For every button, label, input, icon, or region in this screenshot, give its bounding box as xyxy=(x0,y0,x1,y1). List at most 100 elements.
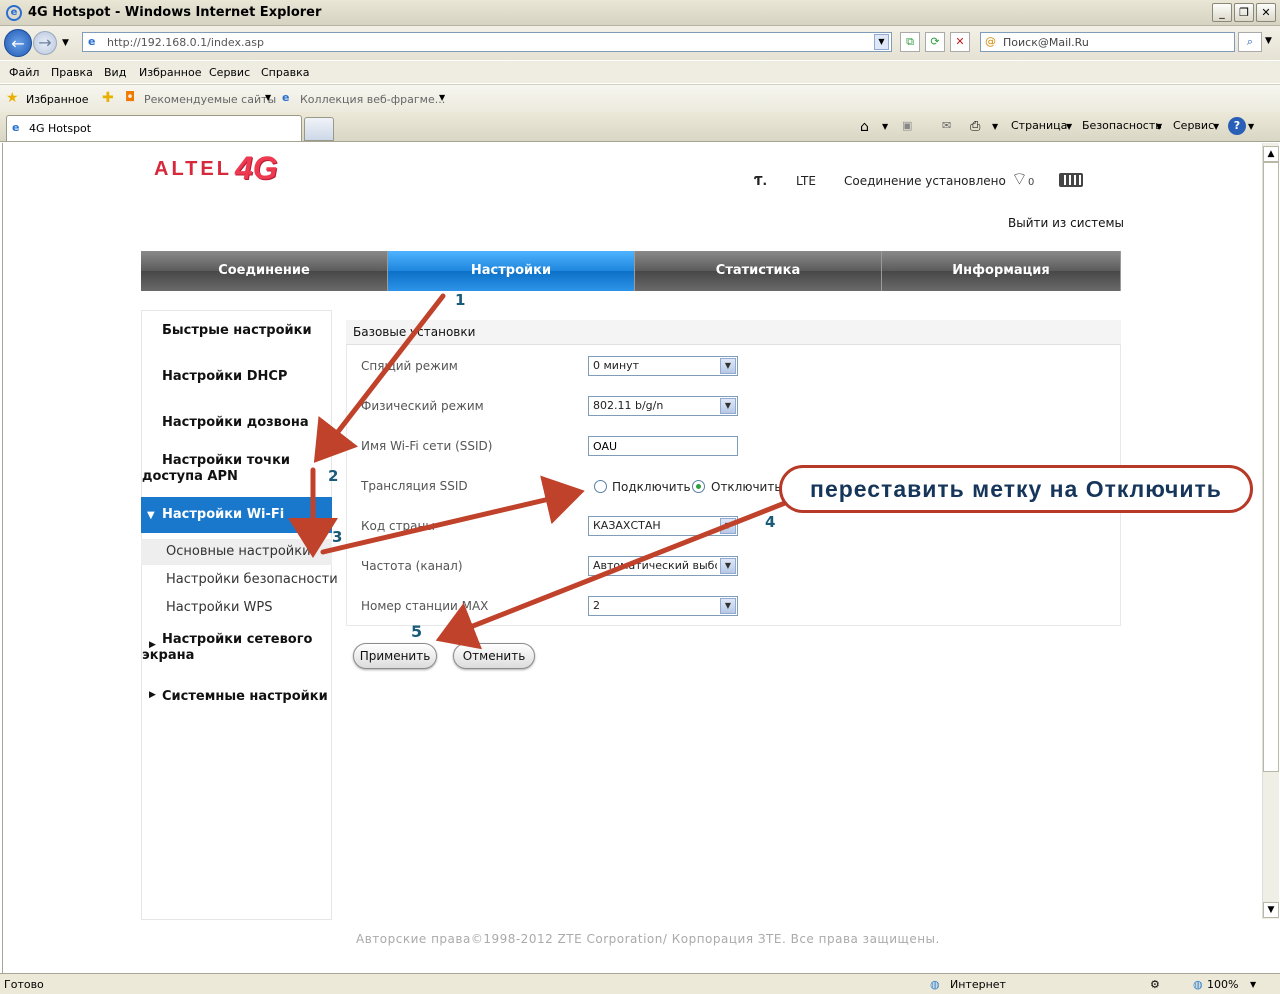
sidebar-item-apn-line2[interactable]: доступа APN xyxy=(142,469,238,484)
menu-file[interactable]: Файл xyxy=(9,66,39,79)
sidebar-subitem-basic[interactable]: Основные настройки xyxy=(166,544,311,559)
sidebar-subitem-wps[interactable]: Настройки WPS xyxy=(166,600,273,615)
menu-help[interactable]: Справка xyxy=(261,66,309,79)
sidebar-subitem-security[interactable]: Настройки безопасности xyxy=(166,572,338,587)
sidebar-item-apn-line1[interactable]: Настройки точки xyxy=(162,453,290,468)
new-tab-button[interactable] xyxy=(304,117,334,141)
apply-button[interactable]: Применить xyxy=(353,643,437,669)
tab-4g-hotspot[interactable]: e 4G Hotspot xyxy=(6,115,302,141)
mailru-icon: @ xyxy=(985,35,996,48)
address-dropdown-icon[interactable]: ▼ xyxy=(874,34,889,50)
channel-select[interactable]: Автоматический выбо ▼ xyxy=(588,556,738,576)
country-code-select[interactable]: КАЗАХСТАН ▼ xyxy=(588,516,738,536)
instruction-callout: переставить метку на Отключить xyxy=(779,465,1253,513)
page-icon: e xyxy=(88,35,96,48)
home-icon[interactable]: ⌂ xyxy=(860,119,869,135)
safety-menu[interactable]: Безопасность xyxy=(1082,119,1162,132)
stop-icon[interactable]: ✕ xyxy=(950,32,970,52)
suggested-sites-link[interactable]: Рекомендуемые сайты xyxy=(144,93,276,106)
sidebar-item-firewall-line2[interactable]: экрана xyxy=(142,648,194,663)
search-icon[interactable]: ⌕ xyxy=(1238,32,1262,52)
print-icon[interactable]: ⎙ xyxy=(970,119,980,134)
ssid-label: Имя Wi-Fi сети (SSID) xyxy=(361,439,493,453)
feeds-icon[interactable]: ▣ xyxy=(902,119,912,132)
suggested-dropdown-icon[interactable]: ▼ xyxy=(265,93,271,102)
altel-4g-logo: 4G xyxy=(235,150,278,186)
country-code-value: КАЗАХСТАН xyxy=(593,519,661,532)
back-button[interactable]: ← xyxy=(4,29,32,57)
zoom-level[interactable]: 100% xyxy=(1207,978,1238,991)
webslice-link[interactable]: Коллекция веб-фрагме... xyxy=(300,93,445,106)
menu-view[interactable]: Вид xyxy=(104,66,126,79)
favorites-button[interactable]: Избранное xyxy=(26,93,88,106)
country-code-label: Код страны xyxy=(361,519,435,533)
mail-icon[interactable]: ✉ xyxy=(942,119,951,132)
ssid-broadcast-label: Трансляция SSID xyxy=(361,479,468,493)
status-bar: Готово ◍ Интернет ⚙ ◍ 100% ▼ xyxy=(0,973,1280,994)
nav-connection[interactable]: Соединение xyxy=(141,251,388,291)
search-input[interactable]: @ Поиск@Mail.Ru xyxy=(980,32,1235,52)
help-dropdown-icon: ▼ xyxy=(1248,122,1255,131)
address-input[interactable]: e http://192.168.0.1/index.asp ▼ xyxy=(82,32,892,52)
connection-status: Соединение установлено xyxy=(844,174,1006,188)
forward-button[interactable]: → xyxy=(33,31,57,55)
protected-mode-icon[interactable]: ⚙ xyxy=(1150,978,1160,991)
webslice-dropdown-icon[interactable]: ▼ xyxy=(439,93,445,102)
menu-tools[interactable]: Сервис xyxy=(209,66,250,79)
step-number-4: 4 xyxy=(765,513,776,531)
scroll-down-icon[interactable]: ▼ xyxy=(1263,902,1279,918)
logout-link[interactable]: Выйти из системы xyxy=(1008,216,1124,230)
nav-statistics[interactable]: Статистика xyxy=(635,251,882,291)
sidebar-item-dhcp[interactable]: Настройки DHCP xyxy=(162,369,287,384)
status-text: Готово xyxy=(4,978,44,991)
broadcast-off-radio[interactable] xyxy=(692,480,705,493)
page-menu[interactable]: Страница xyxy=(1011,119,1067,132)
zoom-icon: ◍ xyxy=(1193,978,1203,991)
sidebar-item-quick-setup[interactable]: Быстрые настройки xyxy=(162,323,312,338)
sidebar xyxy=(141,310,332,920)
add-favorite-icon[interactable]: ✚ xyxy=(102,90,114,106)
address-toolbar: ← → ▼ e http://192.168.0.1/index.asp ▼ ⧉… xyxy=(0,26,1280,60)
ssid-input[interactable]: OAU xyxy=(588,436,738,456)
zoom-dropdown-icon[interactable]: ▼ xyxy=(1250,980,1256,989)
section-title: Базовые установки xyxy=(353,325,476,339)
broadcast-on-radio[interactable] xyxy=(594,480,607,493)
sleep-mode-label: Спящий режим xyxy=(361,359,458,373)
home-dropdown-icon[interactable]: ▼ xyxy=(882,122,888,131)
phy-mode-select[interactable]: 802.11 b/g/n ▼ xyxy=(588,396,738,416)
refresh-icon[interactable]: ⟳ xyxy=(925,32,945,52)
sidebar-item-system[interactable]: Системные настройки xyxy=(162,689,328,704)
max-stations-value: 2 xyxy=(593,599,600,612)
help-icon[interactable]: ? xyxy=(1228,117,1246,135)
copyright-footer: Авторские права©1998-2012 ZTE Corporatio… xyxy=(356,932,940,946)
window-title: 4G Hotspot - Windows Internet Explorer xyxy=(28,5,322,20)
close-button[interactable]: ✕ xyxy=(1256,3,1276,22)
altel-logo: ALTEL xyxy=(154,158,232,180)
tools-menu-dropdown-icon: ▼ xyxy=(1213,122,1220,131)
search-options-icon[interactable]: ▼ xyxy=(1265,36,1272,46)
max-stations-select[interactable]: 2 ▼ xyxy=(588,596,738,616)
sleep-mode-select[interactable]: 0 минут ▼ xyxy=(588,356,738,376)
tab-bar: e 4G Hotspot ⌂ ▼ ▣ ✉ ⎙ ▼ Страница ▼ Безо… xyxy=(0,112,1280,142)
step-number-3: 3 xyxy=(332,528,343,546)
cancel-button[interactable]: Отменить xyxy=(453,643,535,669)
maximize-button[interactable]: ❐ xyxy=(1234,3,1254,22)
chevron-down-icon: ▼ xyxy=(720,598,736,614)
history-dropdown-icon[interactable]: ▼ xyxy=(62,38,69,48)
sidebar-item-firewall-line1[interactable]: Настройки сетевого xyxy=(162,632,312,647)
minimize-button[interactable]: _ xyxy=(1212,3,1232,22)
nav-settings[interactable]: Настройки xyxy=(388,251,635,291)
vertical-scrollbar[interactable]: ▲ ▼ xyxy=(1262,143,1279,919)
sidebar-item-dialup[interactable]: Настройки дозвона xyxy=(162,415,309,430)
broadcast-on-label[interactable]: Подключить xyxy=(612,480,691,494)
scroll-up-icon[interactable]: ▲ xyxy=(1263,146,1279,162)
menu-edit[interactable]: Правка xyxy=(51,66,93,79)
nav-information[interactable]: Информация xyxy=(882,251,1121,291)
compat-view-icon[interactable]: ⧉ xyxy=(900,32,920,52)
broadcast-off-label[interactable]: Отключить xyxy=(711,480,781,494)
tools-menu[interactable]: Сервис xyxy=(1173,119,1214,132)
menu-favorites[interactable]: Избранное xyxy=(139,66,201,79)
favorites-bar: ★ Избранное ✚ ◘ Рекомендуемые сайты ▼ e … xyxy=(0,84,1280,112)
scroll-thumb[interactable] xyxy=(1263,162,1279,772)
print-dropdown-icon[interactable]: ▼ xyxy=(992,122,998,131)
